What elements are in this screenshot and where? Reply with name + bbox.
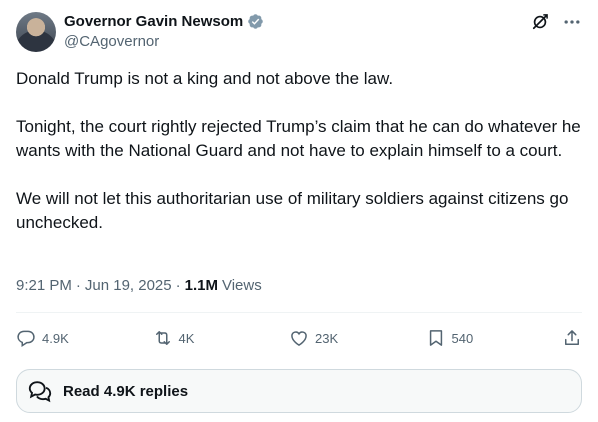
speech-bubbles-icon <box>28 381 52 403</box>
tweet-time[interactable]: 9:21 PM <box>16 277 72 294</box>
author-name[interactable]: Governor Gavin Newsom <box>64 13 243 30</box>
meta-separator: · <box>75 277 81 294</box>
views-count: 1.1M <box>184 277 218 294</box>
tweet-paragraph: We will not let this authoritarian use o… <box>16 189 569 232</box>
bookmark-count: 540 <box>451 330 474 346</box>
reply-count: 4.9K <box>42 330 69 346</box>
like-icon <box>291 331 307 346</box>
author-name-line: Governor Gavin Newsom <box>64 13 264 30</box>
tweet-text: Donald Trump is not a king and not above… <box>16 67 582 235</box>
bookmark-button[interactable]: 540 <box>426 328 516 348</box>
reply-button[interactable]: 4.9K <box>16 328 106 348</box>
like-count: 23K <box>315 330 339 346</box>
tweet-meta: 9:21 PM · Jun 19, 2025 · 1.1M Views <box>16 277 262 294</box>
action-bar: 4.9K 4K 23K 540 <box>16 322 582 354</box>
reply-icon <box>17 330 35 348</box>
grok-icon[interactable] <box>530 12 550 32</box>
repost-icon <box>155 331 170 345</box>
tweet-header: Governor Gavin Newsom @CAgovernor <box>16 10 582 54</box>
read-replies-label: Read 4.9K replies <box>63 382 189 400</box>
tweet-paragraph: Donald Trump is not a king and not above… <box>16 69 394 88</box>
views-label: Views <box>221 277 262 294</box>
repost-button[interactable]: 4K <box>153 328 243 348</box>
share-icon <box>565 330 579 345</box>
like-button[interactable]: 23K <box>289 328 379 348</box>
tweet-paragraph: Tonight, the court rightly rejected Trum… <box>16 117 581 160</box>
author-handle[interactable]: @CAgovernor <box>64 33 159 50</box>
divider <box>16 312 582 313</box>
repost-count: 4K <box>178 330 195 346</box>
tweet-date[interactable]: Jun 19, 2025 <box>85 277 172 294</box>
header-actions <box>530 12 582 32</box>
avatar[interactable] <box>16 12 56 52</box>
share-button[interactable] <box>562 328 582 348</box>
bookmark-icon <box>429 330 442 346</box>
meta-separator: · <box>175 277 181 294</box>
read-replies-button[interactable]: Read 4.9K replies <box>16 369 582 413</box>
verified-badge-icon[interactable] <box>247 13 264 30</box>
more-icon[interactable] <box>562 12 582 32</box>
